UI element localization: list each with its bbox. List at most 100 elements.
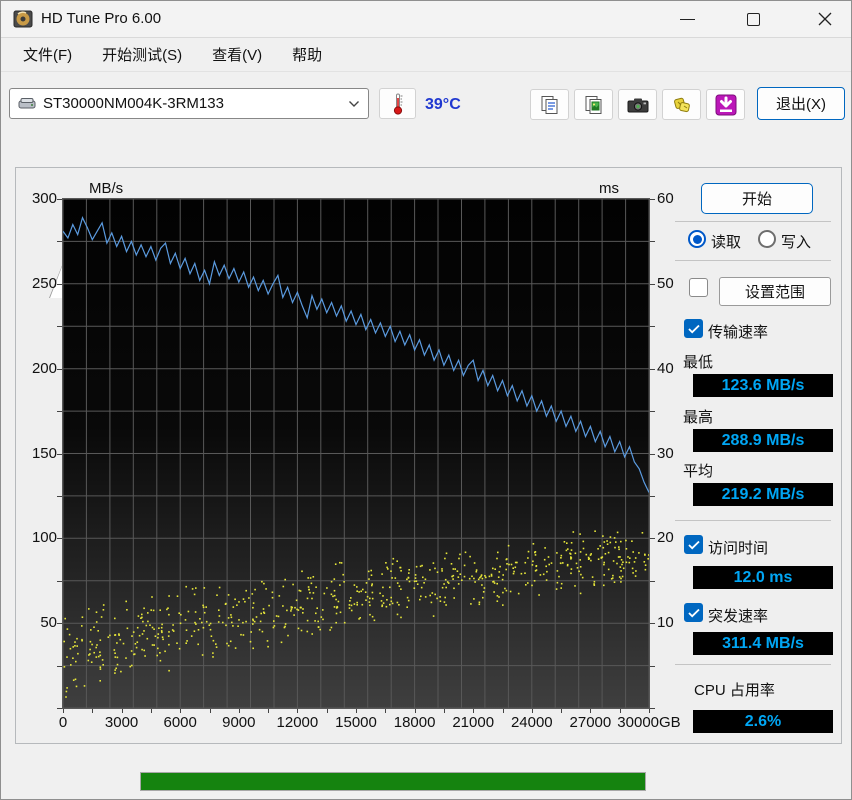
screenshot-icon [627, 98, 648, 112]
y-axis-right-label: 40 [657, 359, 674, 377]
y-tick-mark [57, 411, 62, 413]
y-tick-mark [650, 580, 655, 582]
progress-fill [141, 773, 645, 790]
y-axis-right-label: 10 [657, 614, 674, 632]
menu-start-test[interactable]: 开始测试(S) [90, 40, 194, 69]
menu-help[interactable]: 帮助 [280, 40, 334, 69]
y-axis-right-label: 50 [657, 274, 674, 292]
start-label: 开始 [741, 191, 772, 208]
access-time-label: 访问时间 [708, 540, 769, 557]
max-value: 288.9 MB/s [693, 429, 833, 452]
burst-rate-value: 311.4 MB/s [693, 632, 833, 655]
access-time-value: 12.0 ms [693, 566, 833, 589]
chart-grid [62, 198, 650, 709]
burst-rate-label: 突发速率 [708, 608, 769, 625]
set-range-label: 设置范围 [744, 284, 805, 301]
screenshot-button[interactable] [618, 89, 657, 120]
x-tick-mark [238, 709, 240, 713]
menu-view[interactable]: 查看(V) [200, 40, 274, 69]
copy-text-button[interactable] [530, 89, 569, 120]
maximize-icon [746, 12, 760, 26]
set-range-button[interactable]: 设置范围 [719, 277, 831, 306]
y-tick-mark [57, 453, 62, 455]
y-tick-mark [57, 368, 62, 370]
y-tick-mark [57, 283, 62, 285]
check-icon [687, 608, 700, 617]
write-label: 写入 [781, 234, 812, 251]
x-axis-label: 3000 [104, 714, 139, 731]
exit-button[interactable]: 退出(X) [757, 87, 845, 120]
x-tick-mark [590, 709, 592, 713]
y-axis-left-label: 200 [31, 359, 57, 377]
temperature-button[interactable] [379, 88, 416, 119]
y-tick-mark [650, 199, 655, 200]
x-tick-mark [502, 709, 504, 713]
read-radio[interactable] [688, 230, 706, 248]
max-label: 最高 [683, 409, 714, 426]
separator [675, 664, 831, 665]
x-tick-mark [414, 709, 416, 713]
x-tick-mark [150, 709, 152, 713]
y-right-axis-title: ms [599, 180, 619, 197]
save-results-button[interactable] [706, 89, 745, 120]
thermometer-icon [393, 93, 402, 115]
x-tick-mark [180, 709, 182, 713]
y-tick-mark [57, 495, 62, 497]
close-icon [818, 12, 832, 26]
x-axis-label: 27000 [569, 714, 612, 731]
cpu-usage-label: CPU 占用率 [694, 682, 775, 699]
y-axis-left-label: 100 [31, 529, 57, 547]
y-axis-left-label: 50 [40, 614, 57, 632]
y-tick-mark [650, 283, 655, 285]
y-tick-mark [650, 453, 655, 455]
maximize-button[interactable] [730, 1, 776, 37]
progress-bar [140, 772, 646, 791]
title-bar: HD Tune Pro 6.00 [1, 1, 851, 38]
y-axis-right-label: 30 [657, 444, 674, 462]
x-tick-mark [268, 709, 270, 713]
x-tick-mark [473, 709, 475, 713]
x-axis-label: 18000 [393, 714, 436, 731]
export-button[interactable] [662, 89, 701, 120]
drive-selector[interactable]: ST30000NM004K-3RM133 [9, 88, 369, 119]
save-results-icon [715, 94, 736, 115]
x-tick-mark [326, 709, 328, 713]
start-button[interactable]: 开始 [701, 183, 813, 214]
y-tick-mark [650, 665, 655, 667]
x-tick-mark [385, 709, 387, 713]
y-axis-left-label: 300 [31, 190, 57, 207]
check-icon [687, 324, 700, 333]
minimize-icon [679, 18, 695, 20]
copy-image-icon [585, 95, 601, 114]
write-radio[interactable] [758, 230, 776, 248]
separator [675, 520, 831, 521]
read-label: 读取 [711, 234, 742, 251]
x-tick-mark [209, 709, 211, 713]
chevron-down-icon [349, 100, 359, 107]
y-axis-right-label: 20 [657, 529, 674, 547]
range-checkbox[interactable] [689, 278, 708, 297]
y-tick-mark [57, 623, 62, 625]
x-tick-mark [121, 709, 123, 713]
min-label: 最低 [683, 354, 714, 371]
separator [675, 221, 831, 222]
cpu-usage-value: 2.6% [693, 710, 833, 733]
access-time-checkbox[interactable] [684, 535, 703, 554]
x-tick-mark [297, 709, 299, 713]
burst-rate-checkbox[interactable] [684, 603, 703, 622]
y-tick-mark [650, 495, 655, 497]
copy-image-button[interactable] [574, 89, 613, 120]
minimize-button[interactable] [664, 1, 710, 37]
y-tick-mark [650, 538, 655, 540]
menu-file[interactable]: 文件(F) [11, 40, 84, 69]
min-value: 123.6 MB/s [693, 374, 833, 397]
y-tick-mark [57, 665, 62, 667]
y-tick-mark [57, 241, 62, 243]
transfer-rate-label: 传输速率 [708, 324, 769, 341]
separator [675, 260, 831, 261]
y-axis-right-label: 60 [657, 190, 674, 207]
transfer-rate-checkbox[interactable] [684, 319, 703, 338]
exit-label: 退出(X) [776, 96, 826, 113]
close-button[interactable] [802, 1, 848, 37]
y-tick-mark [57, 538, 62, 540]
